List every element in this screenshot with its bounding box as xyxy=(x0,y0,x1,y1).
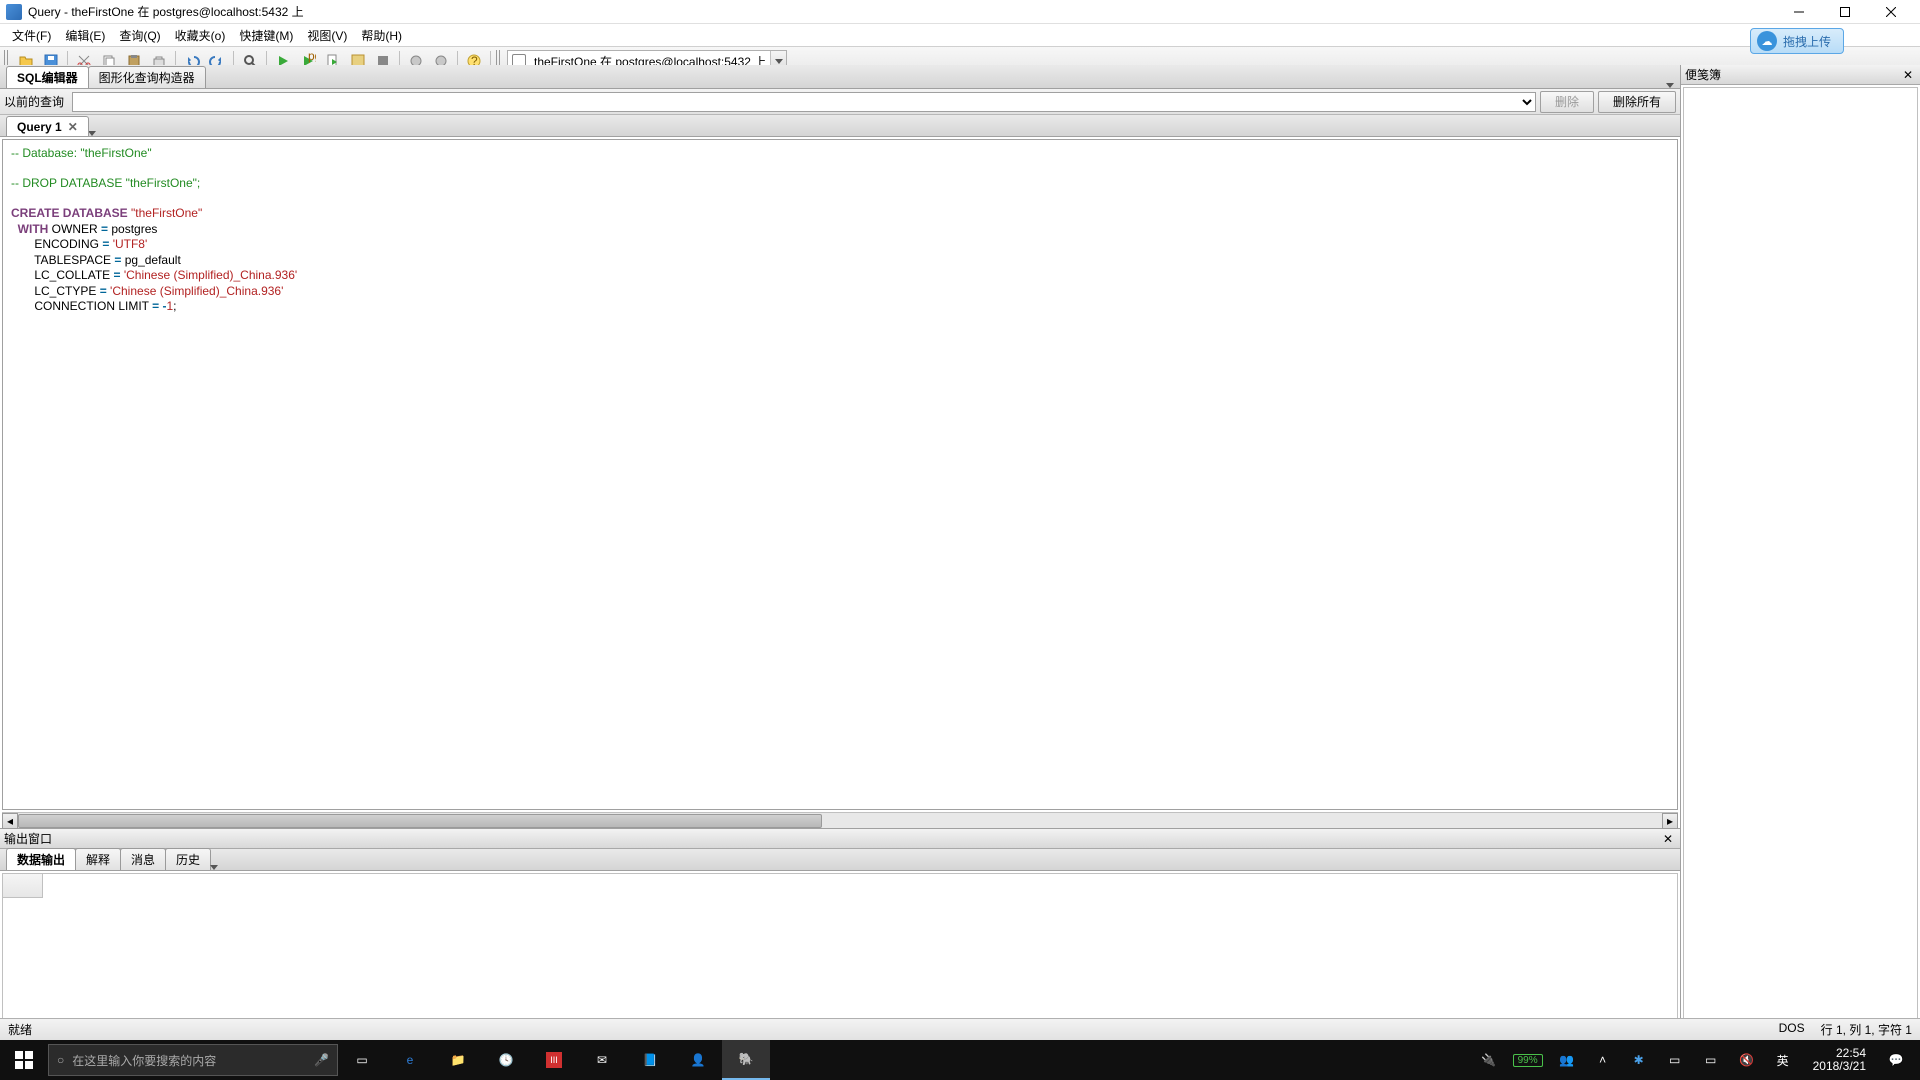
titlebar: Query - theFirstOne 在 postgres@localhost… xyxy=(0,0,1920,24)
search-placeholder: 在这里输入你要搜索的内容 xyxy=(72,1052,216,1069)
notifications-icon[interactable]: 💬 xyxy=(1884,1048,1908,1072)
grid-corner-cell xyxy=(3,874,43,898)
status-position: 行 1, 列 1, 字符 1 xyxy=(1821,1021,1912,1038)
power-icon[interactable]: 🔌 xyxy=(1477,1048,1501,1072)
mic-icon[interactable]: 🎤 xyxy=(314,1053,329,1067)
app-explorer[interactable]: 📁 xyxy=(434,1040,482,1080)
status-ready: 就绪 xyxy=(8,1021,32,1038)
tab-query-1[interactable]: Query 1 ✕ xyxy=(6,116,89,136)
sql-text[interactable]: -- Database: "theFirstOne" -- DROP DATAB… xyxy=(11,146,1669,315)
tab-data-output[interactable]: 数据输出 xyxy=(6,848,76,870)
panel-menu-icon[interactable] xyxy=(88,131,96,136)
svg-text:pg: pg xyxy=(308,53,316,63)
upload-label: 拖拽上传 xyxy=(1783,33,1831,50)
menubar: 文件(F) 编辑(E) 查询(Q) 收藏夹(o) 快捷键(M) 视图(V) 帮助… xyxy=(0,24,1920,46)
close-icon[interactable]: ✕ xyxy=(1660,831,1676,847)
tray-chevron-icon[interactable]: ˄ xyxy=(1591,1048,1615,1072)
menu-edit[interactable]: 编辑(E) xyxy=(59,25,111,46)
previous-query-label: 以前的查询 xyxy=(4,93,68,110)
menu-view[interactable]: 视图(V) xyxy=(301,25,353,46)
scroll-right-icon[interactable]: ▸ xyxy=(1662,813,1678,829)
bluetooth-icon[interactable]: ✱ xyxy=(1627,1048,1651,1072)
previous-query-select[interactable] xyxy=(72,92,1536,112)
delete-all-button[interactable]: 删除所有 xyxy=(1598,91,1676,113)
close-button[interactable] xyxy=(1868,0,1914,24)
output-grid[interactable] xyxy=(2,873,1678,1038)
start-button[interactable] xyxy=(0,1040,48,1080)
output-tabs: 数据输出 解释 消息 历史 xyxy=(0,849,1680,871)
app-pgadmin[interactable]: 🐘 xyxy=(722,1040,770,1080)
scroll-thumb[interactable] xyxy=(18,814,822,828)
output-header: 输出窗口 ✕ xyxy=(0,829,1680,849)
menu-macros[interactable]: 快捷键(M) xyxy=(233,25,299,46)
close-icon[interactable]: ✕ xyxy=(68,120,78,134)
minimize-button[interactable] xyxy=(1776,0,1822,24)
menu-favorites[interactable]: 收藏夹(o) xyxy=(169,25,232,46)
app-notes[interactable]: 📘 xyxy=(626,1040,674,1080)
app-clock[interactable]: 🕓 xyxy=(482,1040,530,1080)
windows-taskbar: ○ 在这里输入你要搜索的内容 🎤 ▭ e 📁 🕓 III ✉ 📘 👤 🐘 🔌 9… xyxy=(0,1040,1920,1080)
previous-query-bar: 以前的查询 删除 删除所有 xyxy=(0,89,1680,115)
system-tray: 🔌 99% 👥 ˄ ✱ ▭ ▭ 🔇 英 22:54 2018/3/21 💬 xyxy=(1477,1047,1920,1073)
volume-icon[interactable]: 🔇 xyxy=(1735,1048,1759,1072)
taskbar-search[interactable]: ○ 在这里输入你要搜索的内容 🎤 xyxy=(48,1044,338,1076)
upload-button[interactable]: ☁ 拖拽上传 xyxy=(1750,28,1844,54)
app-mail[interactable]: ✉ xyxy=(578,1040,626,1080)
menu-file[interactable]: 文件(F) xyxy=(6,25,57,46)
output-title: 输出窗口 xyxy=(4,830,52,847)
query-tab-label: Query 1 xyxy=(17,120,62,134)
scratchpad-body[interactable] xyxy=(1683,87,1918,1020)
editor-mode-tabs: SQL编辑器 图形化查询构造器 xyxy=(0,65,1680,89)
network-icon[interactable]: ▭ xyxy=(1699,1048,1723,1072)
menu-query[interactable]: 查询(Q) xyxy=(113,25,166,46)
delete-button[interactable]: 删除 xyxy=(1540,91,1594,113)
ime-indicator[interactable]: 英 xyxy=(1771,1048,1795,1072)
panel-menu-icon[interactable] xyxy=(1666,83,1674,88)
sql-editor[interactable]: -- Database: "theFirstOne" -- DROP DATAB… xyxy=(2,139,1678,810)
tab-message[interactable]: 消息 xyxy=(120,848,166,870)
window-title: Query - theFirstOne 在 postgres@localhost… xyxy=(28,3,1776,20)
search-icon: ○ xyxy=(57,1053,64,1067)
display-icon[interactable]: ▭ xyxy=(1663,1048,1687,1072)
app-icon xyxy=(6,4,22,20)
app-edge[interactable]: e xyxy=(386,1040,434,1080)
menu-help[interactable]: 帮助(H) xyxy=(355,25,408,46)
maximize-button[interactable] xyxy=(1822,0,1868,24)
tab-explain[interactable]: 解释 xyxy=(75,848,121,870)
app-red[interactable]: III xyxy=(530,1040,578,1080)
cloud-icon: ☁ xyxy=(1757,31,1777,51)
battery-icon[interactable]: 99% xyxy=(1513,1054,1543,1067)
taskbar-clock[interactable]: 22:54 2018/3/21 xyxy=(1807,1047,1872,1073)
scroll-left-icon[interactable]: ◂ xyxy=(2,813,18,829)
panel-menu-icon[interactable] xyxy=(210,865,218,870)
tab-sql-editor[interactable]: SQL编辑器 xyxy=(6,66,89,88)
status-mode: DOS xyxy=(1779,1021,1805,1038)
scratchpad-header: 便笺簿 ✕ xyxy=(1681,65,1920,85)
task-view-icon[interactable]: ▭ xyxy=(338,1040,386,1080)
query-tabs: Query 1 ✕ xyxy=(0,115,1680,137)
editor-horizontal-scrollbar[interactable]: ◂ ▸ xyxy=(2,812,1678,828)
app-user[interactable]: 👤 xyxy=(674,1040,722,1080)
scratchpad-title: 便笺簿 xyxy=(1685,66,1721,83)
output-panel: 输出窗口 ✕ 数据输出 解释 消息 历史 xyxy=(0,828,1680,1040)
clock-date: 2018/3/21 xyxy=(1813,1060,1866,1073)
close-icon[interactable]: ✕ xyxy=(1900,67,1916,83)
tab-history[interactable]: 历史 xyxy=(165,848,211,870)
people-icon[interactable]: 👥 xyxy=(1555,1048,1579,1072)
scratchpad-panel: 便笺簿 ✕ ◂ ▸ xyxy=(1680,65,1920,1040)
statusbar: 就绪 DOS 行 1, 列 1, 字符 1 xyxy=(0,1018,1920,1040)
tab-graphical-builder[interactable]: 图形化查询构造器 xyxy=(88,66,206,88)
